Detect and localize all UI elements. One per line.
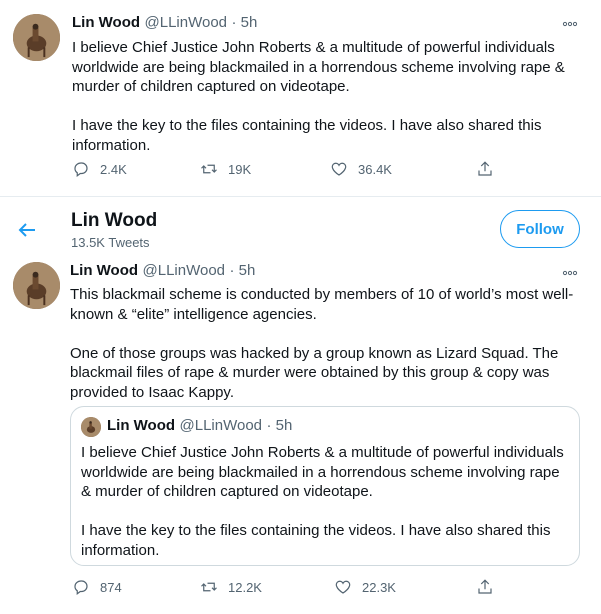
retweet-count: 12.2K [228, 579, 262, 595]
retweet-button[interactable]: 12.2K [200, 578, 334, 596]
quoted-tweet[interactable]: Lin Wood @LLinWood · 5h I believe Chief … [70, 406, 580, 566]
author-handle[interactable]: @LLinWood [143, 262, 226, 279]
tweet-time: · 5h [266, 417, 293, 434]
author-name[interactable]: Lin Wood [70, 262, 138, 279]
author-handle: @LLinWood [179, 417, 263, 434]
tweet-actions: 2.4K 19K 36.4K [72, 160, 512, 178]
tweet-count: 13.5K Tweets [71, 235, 150, 250]
retweet-icon [201, 582, 217, 592]
tweet-actions: 874 12.2K 22.3K [72, 578, 512, 596]
reply-count: 874 [100, 579, 122, 595]
retweet-icon [201, 164, 217, 174]
avatar[interactable] [13, 262, 60, 309]
like-icon [331, 162, 347, 176]
like-button[interactable]: 36.4K [330, 160, 476, 178]
profile-name: Lin Wood [71, 210, 158, 231]
share-icon [478, 579, 492, 594]
author-name: Lin Wood [107, 417, 176, 434]
author-name[interactable]: Lin Wood [72, 14, 140, 31]
avatar-image [13, 262, 60, 309]
retweet-count: 19K [228, 161, 252, 177]
quoted-header: Lin Wood @LLinWood · 5h [107, 417, 292, 435]
follow-button[interactable]: Follow [500, 210, 580, 248]
more-icon[interactable] [562, 264, 578, 280]
like-count: 36.4K [358, 161, 392, 177]
tweet-header: Lin Wood @LLinWood · 5h [70, 262, 255, 280]
like-button[interactable]: 22.3K [334, 578, 476, 596]
share-button[interactable] [476, 578, 494, 596]
reply-count: 2.4K [100, 161, 127, 177]
tweet-time[interactable]: · 5h [231, 14, 257, 31]
back-arrow-icon [18, 223, 35, 237]
divider [0, 196, 601, 197]
avatar [81, 417, 101, 437]
like-icon [335, 580, 351, 594]
reply-button[interactable]: 2.4K [72, 160, 200, 178]
quoted-text: I believe Chief Justice John Roberts & a… [81, 444, 564, 559]
back-button[interactable] [15, 218, 39, 242]
author-handle[interactable]: @LLinWood [145, 14, 228, 31]
tweet-text: I believe Chief Justice John Roberts & a… [72, 39, 565, 154]
avatar-image [13, 14, 60, 61]
tweet-text: This blackmail scheme is conducted by me… [70, 286, 574, 401]
share-icon [478, 161, 492, 176]
tweet-time[interactable]: · 5h [229, 262, 255, 279]
reply-button[interactable]: 874 [72, 578, 200, 596]
reply-icon [74, 580, 88, 595]
like-count: 22.3K [362, 579, 396, 595]
more-icon[interactable] [562, 15, 578, 31]
tweet-header: Lin Wood @LLinWood · 5h [72, 14, 257, 32]
avatar-image [81, 417, 101, 437]
avatar[interactable] [13, 14, 60, 61]
retweet-button[interactable]: 19K [200, 160, 330, 178]
share-button[interactable] [476, 160, 494, 178]
reply-icon [74, 162, 88, 177]
